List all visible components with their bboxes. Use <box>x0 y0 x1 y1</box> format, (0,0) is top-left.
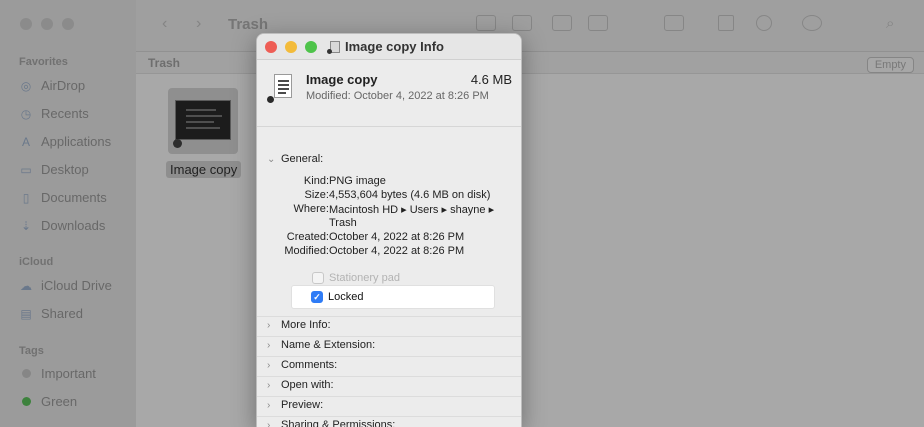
stationery-pad-checkbox[interactable]: Stationery pad <box>312 272 514 284</box>
section-more-info[interactable]: › More Info: <box>267 319 331 331</box>
checkmark-icon: ✓ <box>311 291 323 303</box>
file-size: 4.6 MB <box>470 72 512 87</box>
file-name: Image copy <box>306 72 378 87</box>
chevron-right-icon: › <box>267 379 271 391</box>
chevron-right-icon: › <box>267 419 271 427</box>
section-open-with[interactable]: › Open with: <box>267 379 334 391</box>
chevron-right-icon: › <box>267 339 271 351</box>
chevron-right-icon: › <box>267 399 271 411</box>
get-info-window: Image copy Info Image copy 4.6 MB Modifi… <box>256 33 522 427</box>
close-button[interactable] <box>265 41 277 53</box>
modified-date: Modified: October 4, 2022 at 8:26 PM <box>306 90 489 102</box>
info-header: Image copy 4.6 MB Modified: October 4, 2… <box>257 60 521 126</box>
image-file-icon <box>327 40 340 54</box>
zoom-button[interactable] <box>305 41 317 53</box>
section-comments[interactable]: › Comments: <box>267 359 337 371</box>
info-window-controls <box>265 41 317 53</box>
minimize-button[interactable] <box>285 41 297 53</box>
info-title-bar: Image copy Info <box>257 34 521 60</box>
chevron-right-icon: › <box>267 359 271 371</box>
png-document-icon <box>267 74 297 110</box>
chevron-right-icon: › <box>267 319 271 331</box>
locked-checkbox[interactable]: ✓ Locked <box>311 291 363 303</box>
info-window-title: Image copy Info <box>327 39 444 54</box>
section-sharing-permissions[interactable]: › Sharing & Permissions: <box>267 419 395 427</box>
section-preview[interactable]: › Preview: <box>267 399 323 411</box>
lock-badge-icon <box>267 96 274 103</box>
chevron-down-icon: ⌄ <box>267 153 276 165</box>
section-name-extension[interactable]: › Name & Extension: <box>267 339 375 351</box>
checkbox-unchecked-icon <box>312 272 324 284</box>
section-general[interactable]: ⌄ General: <box>267 153 323 165</box>
